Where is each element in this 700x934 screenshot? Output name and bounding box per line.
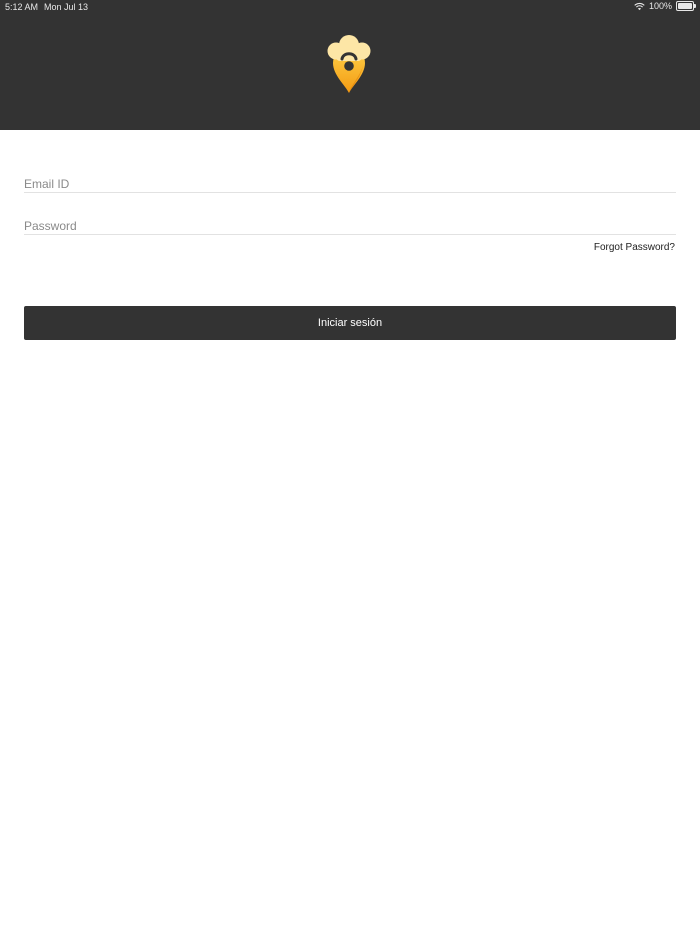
login-button[interactable]: Iniciar sesión	[24, 306, 676, 340]
forgot-password-link[interactable]: Forgot Password?	[594, 242, 675, 253]
battery-icon	[676, 1, 696, 11]
battery-percentage: 100%	[648, 1, 672, 11]
status-date: Mon Jul 13	[44, 2, 89, 12]
status-bar: 5:12 AM Mon Jul 13 100%	[0, 0, 700, 14]
email-field[interactable]	[24, 166, 676, 193]
app-header: 5:12 AM Mon Jul 13 100%	[0, 0, 700, 130]
status-time: 5:12 AM	[5, 2, 39, 12]
app-logo	[327, 35, 371, 93]
wifi-icon	[634, 2, 645, 10]
status-indicators: 100%	[634, 1, 696, 11]
password-input[interactable]	[24, 219, 676, 233]
email-input[interactable]	[24, 177, 676, 191]
password-field[interactable]	[24, 208, 676, 235]
